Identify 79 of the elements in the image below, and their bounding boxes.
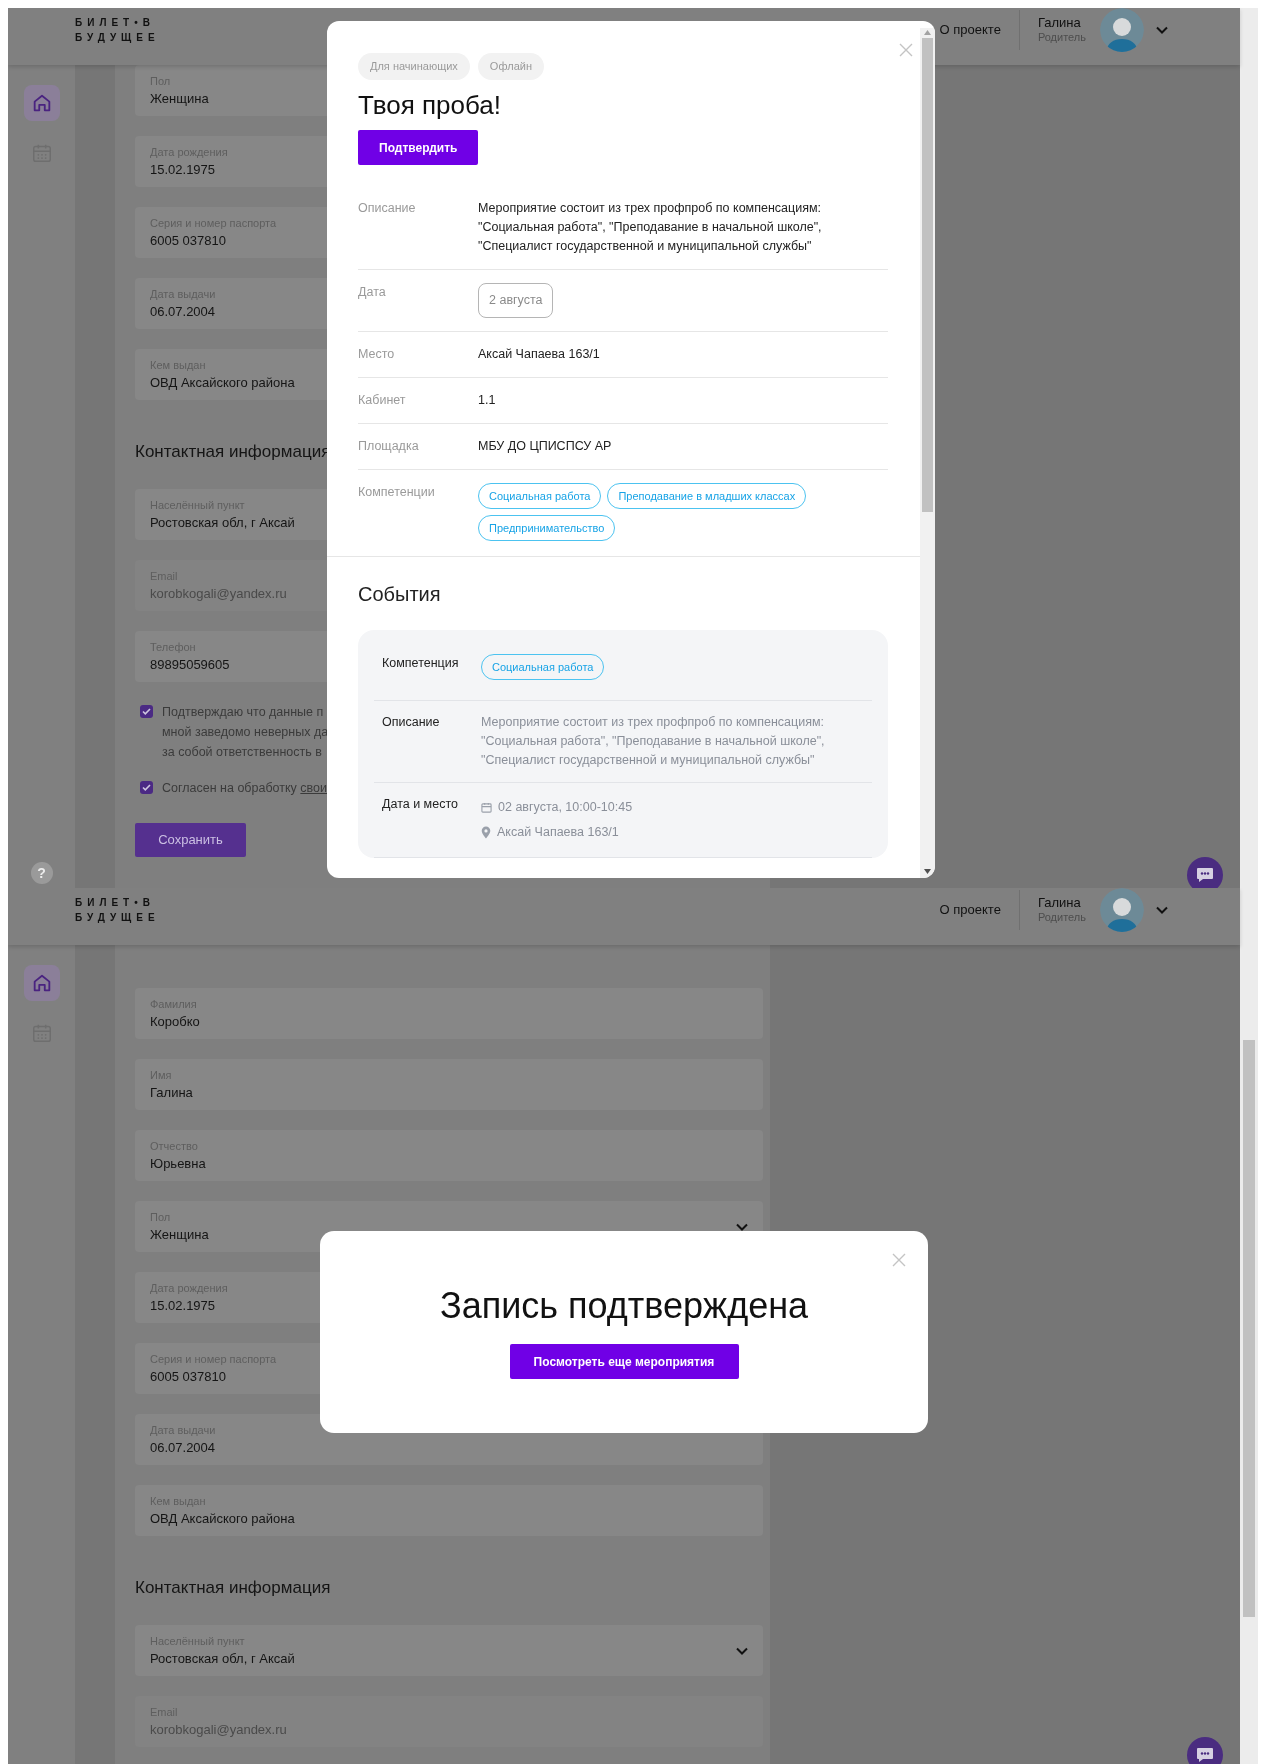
chat-icon — [1196, 867, 1214, 883]
detail-value: Аксай Чапаева 163/1 — [478, 346, 600, 363]
detail-label: Дата — [358, 284, 387, 301]
sidebar-item[interactable] — [23, 965, 60, 1001]
user-name: Галина — [1037, 895, 1082, 910]
nav-link[interactable]: О проекте — [939, 900, 1001, 920]
scroll-down-icon[interactable] — [924, 869, 931, 874]
field-value: Коробко — [150, 1012, 200, 1031]
section-heading: Контактная информация — [135, 441, 331, 463]
avatar[interactable] — [1100, 8, 1144, 52]
chat-icon — [1196, 1747, 1214, 1763]
scrollbar[interactable] — [1240, 8, 1258, 888]
user-name: Галина — [1037, 15, 1082, 30]
detail-label: Площадка — [358, 438, 420, 455]
field-value: Ростовская обл, г Аксай — [150, 1649, 295, 1668]
event-label: Дата и место — [382, 796, 459, 813]
checkbox-label: Подтверждаю что данные п мной заведомо неверных да за собой ответственность в — [162, 704, 329, 761]
event-date: 02 августа, 10:00-10:45 — [498, 799, 633, 816]
detail-label: Описание — [358, 200, 417, 217]
checkbox[interactable] — [140, 781, 153, 794]
close-icon[interactable] — [892, 1253, 906, 1267]
field-value: Юрьевна — [150, 1154, 206, 1173]
scroll-up-icon[interactable] — [924, 30, 931, 35]
field-value: 06.07.2004 — [150, 302, 216, 321]
logo[interactable]: БИЛЕТ•В БУДУЩЕЕ — [75, 15, 160, 45]
calendar-icon — [481, 802, 492, 813]
event-label: Компетенция — [382, 655, 460, 672]
close-icon[interactable] — [899, 43, 913, 57]
sidebar-item[interactable] — [23, 85, 60, 121]
detail-label: Кабинет — [358, 392, 407, 409]
detail-value: Мероприятие состоит из трех профпроб по компенсациям: "Социальная работа", "Преподавание в начальной школе", "Специалист государственной и муниципальной службы" — [478, 200, 823, 255]
scrollbar[interactable] — [920, 28, 935, 878]
event-description: Мероприятие состоит из трех профпроб по компенсациям: "Социальная работа", "Преподавание в начальной школе", "Специалист государственной и муниципальной службы" — [481, 714, 826, 769]
tag-chip: Для начинающих — [358, 53, 470, 80]
tag-chip: Офлайн — [477, 53, 544, 80]
modal-title: Запись подтверждена — [438, 1284, 810, 1328]
detail-value: 1.1 — [478, 392, 496, 409]
event-label: Описание — [382, 714, 441, 731]
scrollbar-thumb[interactable] — [1243, 1040, 1255, 1617]
checkbox[interactable] — [140, 705, 153, 718]
field-value: 6005 037810 — [150, 231, 227, 250]
chevron-icon — [1156, 906, 1168, 914]
chevron-icon — [1156, 26, 1168, 34]
field-value: Галина — [150, 1083, 193, 1102]
field-value: 89895059605 — [150, 655, 230, 674]
field-value: korobkogali@yandex.ru — [150, 1720, 287, 1739]
field-value: ОВД Аксайского района — [150, 1509, 295, 1528]
field-value: korobkogali@yandex.ru — [150, 584, 287, 603]
modal-title: Твоя проба! — [358, 90, 502, 120]
field-value: 15.02.1975 — [150, 160, 217, 179]
save-button[interactable]: Сохранить — [135, 823, 246, 857]
nav-link[interactable]: О проекте — [939, 20, 1001, 40]
detail-value: МБУ ДО ЦПИСПСУ АР — [478, 438, 612, 455]
avatar[interactable] — [1100, 888, 1144, 932]
event-place: Аксай Чапаева 163/1 — [497, 824, 619, 841]
section-heading: Контактная информация — [135, 1577, 331, 1599]
date-chip[interactable]: 2 августа — [478, 283, 554, 318]
field-value: 6005 037810 — [150, 1367, 227, 1386]
detail-label: Место — [358, 346, 396, 363]
scrollbar[interactable] — [1240, 888, 1258, 1764]
field-value: ОВД Аксайского района — [150, 373, 295, 392]
field-value: Женщина — [150, 89, 209, 108]
field-value: 15.02.1975 — [150, 1296, 217, 1315]
chevron-icon — [736, 1222, 748, 1231]
field-value: 06.07.2004 — [150, 1438, 216, 1457]
location-pin-icon — [481, 826, 491, 839]
chat-button[interactable] — [1187, 857, 1223, 888]
chevron-icon — [736, 1646, 748, 1655]
link[interactable]: свои — [300, 781, 328, 795]
view-events-button[interactable]: Посмотреть еще мероприятия — [509, 1344, 739, 1379]
scrollbar-thumb[interactable] — [922, 38, 933, 512]
confirm-button[interactable]: Подтвердить — [358, 130, 479, 165]
checkbox-label: Согласен на обработку свои — [162, 780, 328, 797]
section-heading: События — [358, 582, 442, 607]
detail-label: Компетенции — [358, 484, 436, 501]
field-value: Ростовская обл, г Аксай — [150, 513, 295, 532]
field-value: Женщина — [150, 1225, 209, 1244]
logo[interactable]: БИЛЕТ•В БУДУЩЕЕ — [75, 895, 160, 925]
chat-button[interactable] — [1187, 1737, 1223, 1764]
